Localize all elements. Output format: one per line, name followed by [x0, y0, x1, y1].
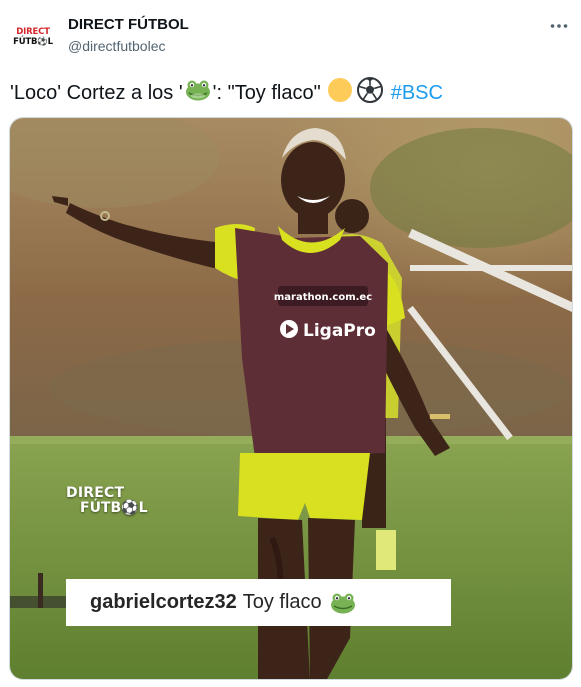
avatar-logo-line2: FÚTB⚽L	[13, 37, 53, 47]
instagram-caption-box: gabrielcortez32 Toy flaco	[66, 579, 451, 626]
watermark-line1: DIRECT	[66, 485, 125, 501]
tweet-media-photo[interactable]: marathon.com.ec LigaPro DIRECT FÚTB⚽L ga…	[9, 117, 573, 680]
tweet-text-part2: ': "Toy flaco"	[212, 81, 321, 104]
hashtag-link[interactable]: #BSC	[391, 82, 443, 105]
watermark-logo: DIRECT FÚTB⚽L	[66, 486, 148, 515]
tweet-card: DIRECT FÚTB⚽L DIRECT FÚTBOL @directfutbo…	[0, 0, 581, 687]
frog-face-emoji-icon	[330, 592, 356, 614]
avatar-logo-line1: DIRECT	[16, 26, 50, 37]
yellow-circle-emoji-icon	[327, 77, 353, 109]
more-icon	[550, 24, 568, 28]
caption-text: Toy flaco	[242, 591, 322, 613]
bib-league-text: LigaPro	[303, 321, 376, 341]
tweet-text-part1: 'Loco' Cortez a los '	[10, 81, 183, 104]
bib-sponsor-text: marathon.com.ec	[274, 292, 372, 303]
more-options-button[interactable]	[547, 14, 571, 38]
soccer-ball-emoji-icon	[356, 77, 383, 109]
tweet-text: 'Loco' Cortez a los ' ': "Toy flaco" #BS…	[10, 77, 443, 109]
author-avatar[interactable]: DIRECT FÚTB⚽L	[10, 14, 56, 60]
frog-face-emoji-icon	[185, 79, 211, 107]
author-handle[interactable]: @directfutbolec	[68, 38, 165, 54]
author-name[interactable]: DIRECT FÚTBOL	[68, 16, 189, 33]
caption-username: gabrielcortez32	[90, 591, 237, 613]
watermark-line2: FÚTB⚽L	[80, 499, 148, 516]
